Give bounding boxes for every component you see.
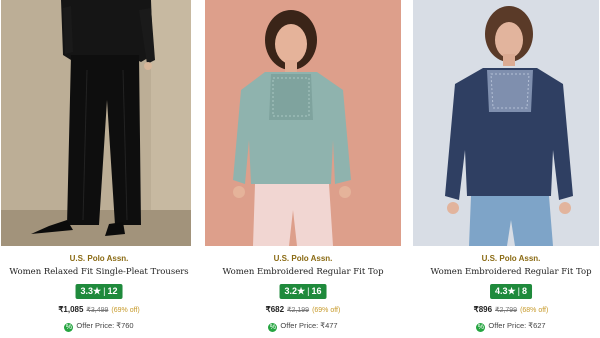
price-row: ₹896 ₹2,799 (68% off) (413, 305, 600, 314)
rating-separator: | (517, 286, 520, 296)
discount-label: (69% off) (111, 307, 140, 314)
rating-value: 4.3 (495, 286, 508, 296)
mrp-price: ₹2,799 (495, 307, 518, 314)
offer-price-row: % Offer Price: ₹760 (1, 321, 197, 332)
rating-separator: | (307, 286, 310, 296)
product-image[interactable] (413, 0, 599, 246)
mrp-price: ₹3,499 (86, 307, 109, 314)
rating-value: 3.3 (80, 286, 94, 296)
product-image[interactable] (1, 0, 191, 246)
offer-price: ₹627 (528, 321, 546, 330)
product-grid: U.S. Polo Assn. Women Relaxed Fit Single… (0, 0, 600, 338)
rating-count: 16 (311, 286, 322, 296)
rating-count: 8 (521, 286, 527, 296)
mrp-price: ₹2,199 (287, 307, 310, 314)
product-card[interactable]: U.S. Polo Assn. Women Embroidered Regula… (413, 0, 600, 338)
star-icon: ★ (297, 286, 306, 296)
product-name[interactable]: Women Relaxed Fit Single-Pleat Trousers (1, 267, 197, 277)
sale-price: ₹1,085 (58, 305, 84, 314)
star-icon: ★ (93, 286, 102, 296)
star-icon: ★ (507, 286, 516, 296)
offer-tag-icon: % (64, 323, 74, 332)
product-name[interactable]: Women Embroidered Regular Fit Top (205, 267, 401, 277)
rating-badge: 3.3★ | 12 (75, 284, 123, 299)
brand-name: U.S. Polo Assn. (69, 254, 129, 263)
product-image[interactable] (205, 0, 401, 246)
brand-name: U.S. Polo Assn. (273, 254, 333, 263)
offer-price-row: % Offer Price: ₹477 (205, 321, 401, 332)
price-row: ₹1,085 ₹3,499 (69% off) (1, 305, 197, 314)
rating-badge: 4.3★ | 8 (490, 284, 532, 299)
model-photo-sage-top (205, 0, 401, 246)
discount-label: (69% off) (312, 307, 341, 314)
offer-price-row: % Offer Price: ₹627 (413, 321, 600, 332)
price-row: ₹682 ₹2,199 (69% off) (205, 305, 401, 314)
product-card[interactable]: U.S. Polo Assn. Women Embroidered Regula… (205, 0, 401, 338)
product-name[interactable]: Women Embroidered Regular Fit Top (413, 267, 600, 277)
rating-separator: | (103, 286, 106, 296)
sale-price: ₹682 (265, 305, 285, 314)
offer-price: ₹760 (116, 321, 134, 330)
model-photo-black-trousers (1, 0, 191, 246)
discount-label: (68% off) (520, 307, 549, 314)
model-photo-navy-top (413, 0, 599, 246)
brand-name: U.S. Polo Assn. (481, 254, 541, 263)
rating-badge: 3.2★ | 16 (279, 284, 327, 299)
offer-label: Offer Price: (488, 321, 527, 330)
sale-price: ₹896 (473, 305, 493, 314)
rating-count: 12 (107, 286, 118, 296)
product-card[interactable]: U.S. Polo Assn. Women Relaxed Fit Single… (1, 0, 197, 338)
offer-label: Offer Price: (76, 321, 115, 330)
offer-label: Offer Price: (280, 321, 319, 330)
offer-price: ₹477 (320, 321, 338, 330)
offer-tag-icon: % (268, 323, 278, 332)
offer-tag-icon: % (476, 323, 486, 332)
rating-value: 3.2 (284, 286, 298, 296)
